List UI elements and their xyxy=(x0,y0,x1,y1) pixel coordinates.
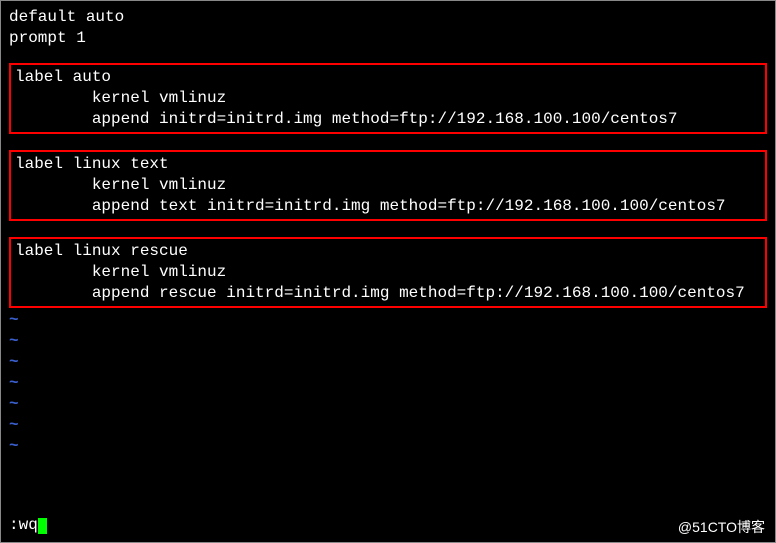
label-block-linux-text: label linux text kernel vmlinuz append t… xyxy=(9,150,767,221)
label-line: label linux text xyxy=(15,154,761,175)
vim-tilde: ~ xyxy=(9,352,767,373)
watermark: @51CTO博客 xyxy=(678,518,765,536)
config-line-default: default auto xyxy=(9,7,767,28)
label-block-linux-rescue: label linux rescue kernel vmlinuz append… xyxy=(9,237,767,308)
vim-tilde: ~ xyxy=(9,331,767,352)
kernel-line: kernel vmlinuz xyxy=(15,262,761,283)
blank-line xyxy=(9,136,767,148)
label-block-auto: label auto kernel vmlinuz append initrd=… xyxy=(9,63,767,134)
append-line: append initrd=initrd.img method=ftp://19… xyxy=(15,109,761,130)
vim-tilde: ~ xyxy=(9,415,767,436)
vim-command-text: :wq xyxy=(9,516,38,534)
vim-tilde: ~ xyxy=(9,394,767,415)
vim-tilde: ~ xyxy=(9,436,767,457)
append-line: append rescue initrd=initrd.img method=f… xyxy=(15,283,761,304)
vim-command-line[interactable]: :wq xyxy=(9,515,47,536)
vim-tilde: ~ xyxy=(9,373,767,394)
blank-line xyxy=(9,49,767,61)
label-line: label linux rescue xyxy=(15,241,761,262)
kernel-line: kernel vmlinuz xyxy=(15,88,761,109)
cursor xyxy=(38,518,47,534)
blank-line xyxy=(9,223,767,235)
label-line: label auto xyxy=(15,67,761,88)
config-line-prompt: prompt 1 xyxy=(9,28,767,49)
kernel-line: kernel vmlinuz xyxy=(15,175,761,196)
append-line: append text initrd=initrd.img method=ftp… xyxy=(15,196,761,217)
vim-tilde: ~ xyxy=(9,310,767,331)
